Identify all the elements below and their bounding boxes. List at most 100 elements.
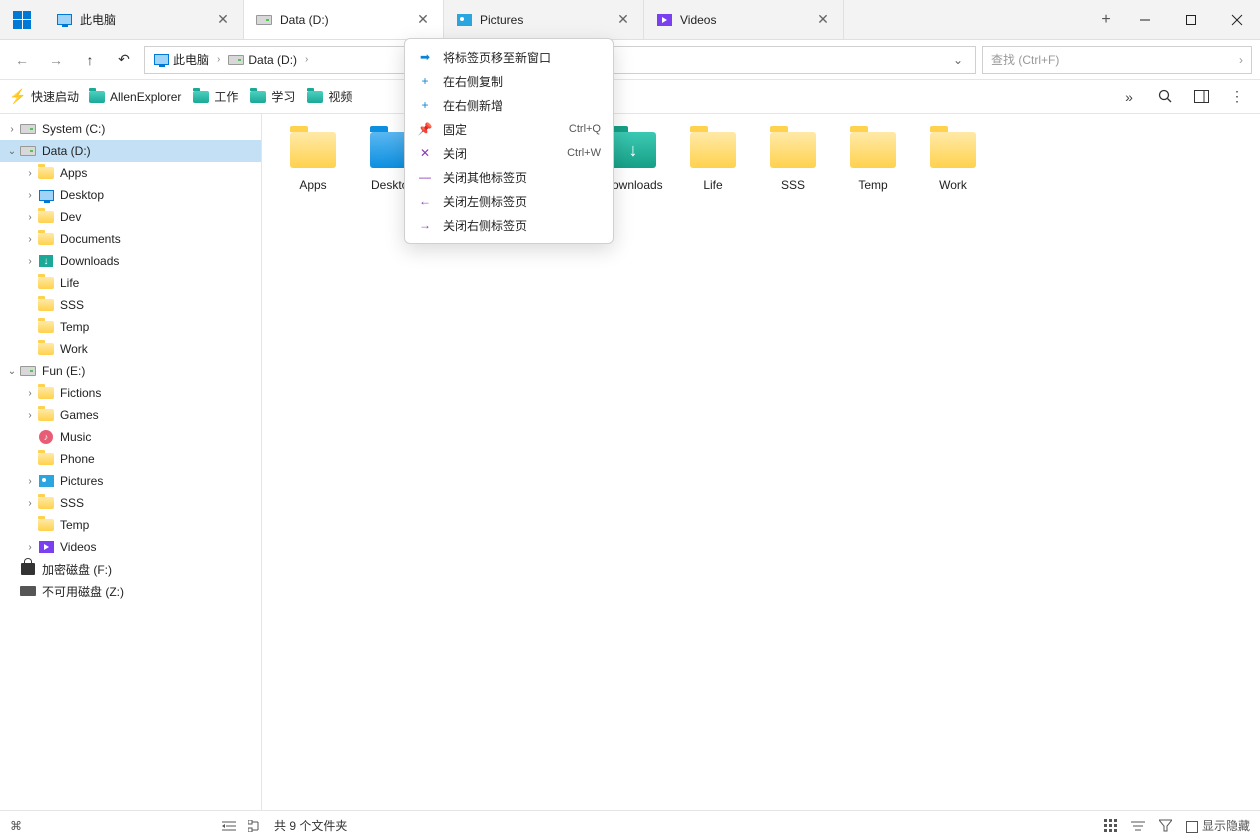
app-menu-button[interactable]	[0, 0, 44, 39]
tree-row[interactable]: SSS	[0, 294, 261, 316]
context-menu-item[interactable]: —关闭其他标签页	[405, 165, 613, 189]
tab-close-button[interactable]: ✕	[815, 12, 831, 28]
forward-button[interactable]: →	[42, 46, 70, 74]
undo-button[interactable]: ↶	[110, 46, 138, 74]
overflow-button[interactable]: »	[1116, 84, 1142, 110]
tree-row[interactable]: Phone	[0, 448, 261, 470]
tree-row[interactable]: ›↓Downloads	[0, 250, 261, 272]
up-button[interactable]: ↑	[76, 46, 104, 74]
chevron-right-icon[interactable]: ›	[215, 54, 222, 65]
expand-toggle[interactable]: ›	[22, 388, 38, 399]
command-icon[interactable]: ⌘	[10, 819, 22, 833]
tab[interactable]: 此电脑✕	[44, 0, 244, 39]
tree-row[interactable]: ›Desktop	[0, 184, 261, 206]
breadcrumb-item[interactable]: 此电脑	[151, 51, 211, 68]
tree-row[interactable]: ›System (C:)	[0, 118, 261, 140]
bookmark-item[interactable]: 视频	[307, 88, 352, 105]
file-name: Life	[703, 178, 722, 192]
folder-tree[interactable]: ›System (C:)⌄Data (D:)›Apps›Desktop›Dev›…	[0, 114, 262, 810]
tab[interactable]: Data (D:)✕	[244, 0, 444, 39]
expand-toggle[interactable]: ⌄	[4, 146, 20, 157]
tree-row[interactable]: Temp	[0, 316, 261, 338]
maximize-button[interactable]	[1168, 0, 1214, 39]
file-item[interactable]: SSS	[762, 132, 824, 212]
tree-collapse-icon[interactable]	[248, 820, 262, 832]
search-input[interactable]: 查找 (Ctrl+F) ›	[982, 46, 1252, 74]
tree-label: Fun (E:)	[42, 364, 85, 378]
tree-label: Games	[60, 408, 99, 422]
drive-icon	[228, 52, 244, 68]
expand-toggle[interactable]: ›	[22, 542, 38, 553]
titlebar: 此电脑✕Data (D:)✕Pictures✕Videos✕ +	[0, 0, 1260, 40]
expand-toggle[interactable]: ›	[22, 212, 38, 223]
bookmark-item[interactable]: 工作	[193, 88, 238, 105]
expand-toggle[interactable]: ›	[22, 410, 38, 421]
expand-toggle[interactable]: ›	[22, 498, 38, 509]
context-menu-item[interactable]: +在右侧新增	[405, 93, 613, 117]
tree-row[interactable]: Temp	[0, 514, 261, 536]
tree-row[interactable]: ⌄ Fun (E:)	[0, 360, 261, 382]
sort-icon[interactable]	[1131, 820, 1145, 832]
context-menu-item[interactable]: 📌固定Ctrl+Q	[405, 117, 613, 141]
tree-row[interactable]: ›Apps	[0, 162, 261, 184]
tree-label: Work	[60, 342, 88, 356]
file-item[interactable]: Temp	[842, 132, 904, 212]
search-go-icon[interactable]: ›	[1239, 53, 1243, 67]
tree-row[interactable]: ›SSS	[0, 492, 261, 514]
context-menu-item[interactable]: ←关闭左侧标签页	[405, 189, 613, 213]
expand-toggle[interactable]: ›	[4, 124, 20, 135]
tree-row[interactable]: ⌄ Data (D:)	[0, 140, 261, 162]
filter-icon[interactable]	[1159, 819, 1172, 832]
video-icon	[656, 12, 672, 28]
expand-toggle[interactable]: ›	[22, 256, 38, 267]
tree-row[interactable]: ›Documents	[0, 228, 261, 250]
quick-launch[interactable]: ⚡ 快速启动	[10, 88, 79, 105]
expand-toggle[interactable]: ›	[22, 234, 38, 245]
expand-toggle[interactable]: ›	[22, 168, 38, 179]
minimize-button[interactable]	[1122, 0, 1168, 39]
drive-icon	[256, 12, 272, 28]
close-window-button[interactable]	[1214, 0, 1260, 39]
tab[interactable]: Pictures✕	[444, 0, 644, 39]
more-menu-button[interactable]: ⋮	[1224, 84, 1250, 110]
search-button[interactable]	[1152, 84, 1178, 110]
breadcrumb-item[interactable]: Data (D:)	[226, 52, 299, 68]
new-tab-button[interactable]: +	[1090, 0, 1122, 39]
tab-close-button[interactable]: ✕	[215, 12, 231, 28]
tree-row[interactable]: Life	[0, 272, 261, 294]
tree-row[interactable]: 加密磁盘 (F:)	[0, 558, 261, 580]
tree-row[interactable]: ›Videos	[0, 536, 261, 558]
back-button[interactable]: ←	[8, 46, 36, 74]
tab-context-menu[interactable]: ➡将标签页移至新窗口+在右侧复制+在右侧新增📌固定Ctrl+Q✕关闭Ctrl+W…	[404, 38, 614, 244]
tab-close-button[interactable]: ✕	[615, 12, 631, 28]
panel-toggle-button[interactable]	[1188, 84, 1214, 110]
tree-row[interactable]: ›Dev	[0, 206, 261, 228]
expand-toggle[interactable]: ›	[22, 476, 38, 487]
show-hidden-toggle[interactable]: 显示隐藏	[1186, 817, 1250, 834]
context-menu-item[interactable]: ✕关闭Ctrl+W	[405, 141, 613, 165]
context-menu-item[interactable]: →关闭右侧标签页	[405, 213, 613, 237]
indent-left-icon[interactable]	[222, 820, 236, 832]
tree-row[interactable]: ♪Music	[0, 426, 261, 448]
tree-row[interactable]: ›Fictions	[0, 382, 261, 404]
tab-close-button[interactable]: ✕	[415, 12, 431, 28]
expand-toggle[interactable]: ›	[22, 190, 38, 201]
view-grid-icon[interactable]	[1104, 819, 1117, 832]
tab[interactable]: Videos✕	[644, 0, 844, 39]
folder-icon	[38, 341, 54, 357]
file-item[interactable]: Work	[922, 132, 984, 212]
context-menu-item[interactable]: +在右侧复制	[405, 69, 613, 93]
breadcrumb-dropdown[interactable]: ⌄	[947, 53, 969, 67]
chevron-right-icon[interactable]: ›	[303, 54, 310, 65]
tree-row[interactable]: ›Pictures	[0, 470, 261, 492]
bookmark-item[interactable]: AllenExplorer	[89, 88, 181, 105]
bookmark-item[interactable]: 学习	[250, 88, 295, 105]
tree-label: Data (D:)	[42, 144, 91, 158]
tree-row[interactable]: Work	[0, 338, 261, 360]
expand-toggle[interactable]: ⌄	[4, 366, 20, 377]
tree-row[interactable]: › Games	[0, 404, 261, 426]
file-item[interactable]: Life	[682, 132, 744, 212]
file-item[interactable]: Apps	[282, 132, 344, 212]
context-menu-item[interactable]: ➡将标签页移至新窗口	[405, 45, 613, 69]
tree-row[interactable]: 不可用磁盘 (Z:)	[0, 580, 261, 602]
